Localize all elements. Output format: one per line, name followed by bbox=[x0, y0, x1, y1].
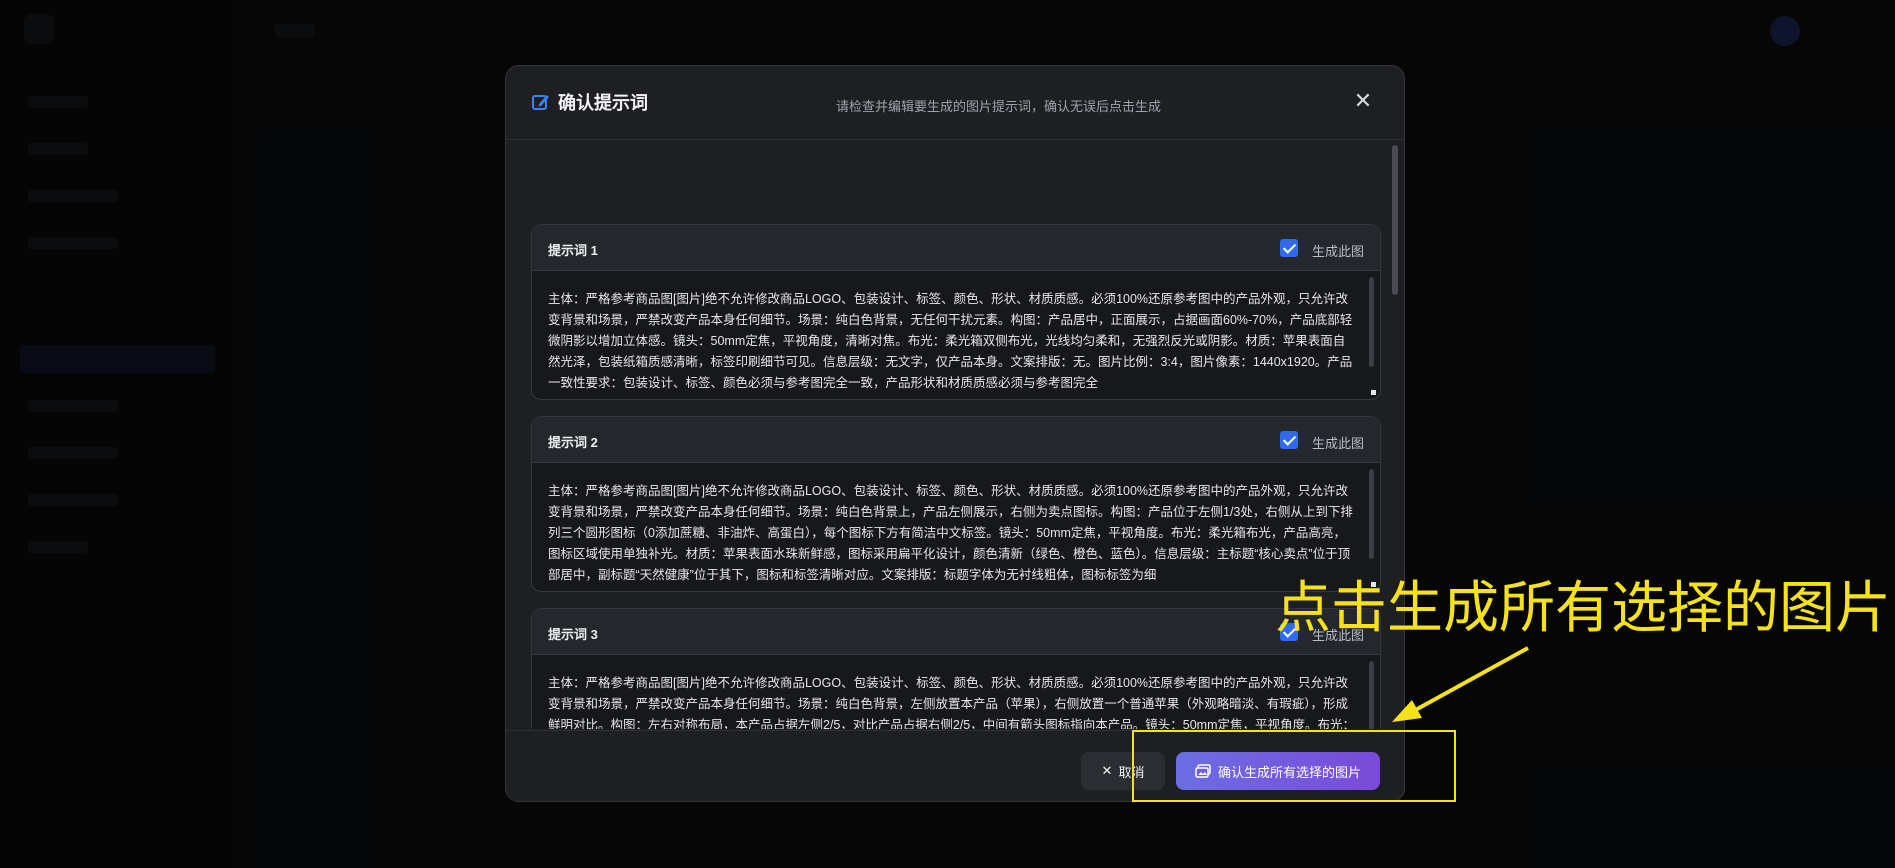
prompt-title: 提示词 1 bbox=[548, 243, 598, 258]
annotation-highlight-box bbox=[1132, 730, 1456, 802]
generate-checkbox[interactable] bbox=[1280, 431, 1298, 449]
prompt-card-1: 提示词 1 生成此图 主体：严格参考商品图[图片]绝不允许修改商品LOGO、包装… bbox=[531, 224, 1381, 400]
dialog-header: 确认提示词 请检查并编辑要生成的图片提示词，确认无误后点击生成 ✕ bbox=[506, 66, 1404, 140]
prompt-card-header: 提示词 2 生成此图 bbox=[532, 417, 1380, 463]
edit-icon bbox=[532, 95, 549, 110]
generate-checkbox-label[interactable]: 生成此图 bbox=[1312, 433, 1364, 452]
prompt-card-3: 提示词 3 生成此图 主体：严格参考商品图[图片]绝不允许修改商品LOGO、包装… bbox=[531, 608, 1381, 729]
prompt-title: 提示词 2 bbox=[548, 435, 598, 450]
dialog-subtitle: 请检查并编辑要生成的图片提示词，确认无误后点击生成 bbox=[836, 99, 1162, 114]
dialog-scrollbar[interactable] bbox=[1392, 145, 1398, 295]
prompt-title: 提示词 3 bbox=[548, 627, 598, 642]
textarea-scrollbar[interactable] bbox=[1369, 469, 1374, 559]
annotation-text: 点击生成所有选择的图片 bbox=[1275, 576, 1891, 641]
prompt-card-header: 提示词 3 生成此图 bbox=[532, 609, 1380, 655]
prompt-card-2: 提示词 2 生成此图 主体：严格参考商品图[图片]绝不允许修改商品LOGO、包装… bbox=[531, 416, 1381, 592]
prompt-textarea[interactable]: 主体：严格参考商品图[图片]绝不允许修改商品LOGO、包装设计、标签、颜色、形状… bbox=[548, 289, 1356, 391]
dialog-title: 确认提示词 bbox=[558, 93, 648, 113]
textarea-scrollbar[interactable] bbox=[1369, 661, 1374, 729]
prompt-textarea[interactable]: 主体：严格参考商品图[图片]绝不允许修改商品LOGO、包装设计、标签、颜色、形状… bbox=[548, 481, 1356, 583]
generate-checkbox-label[interactable]: 生成此图 bbox=[1312, 241, 1364, 260]
close-icon[interactable]: ✕ bbox=[1354, 88, 1372, 113]
prompt-card-header: 提示词 1 生成此图 bbox=[532, 225, 1380, 271]
textarea-scrollbar[interactable] bbox=[1369, 277, 1374, 367]
generate-checkbox[interactable] bbox=[1280, 239, 1298, 257]
close-icon: ✕ bbox=[1101, 763, 1113, 778]
confirm-prompts-dialog: 确认提示词 请检查并编辑要生成的图片提示词，确认无误后点击生成 ✕ 提示词 1 … bbox=[505, 65, 1405, 802]
prompt-list[interactable]: 提示词 1 生成此图 主体：严格参考商品图[图片]绝不允许修改商品LOGO、包装… bbox=[506, 141, 1404, 729]
close-button[interactable]: ✕ bbox=[1352, 90, 1374, 112]
prompt-textarea[interactable]: 主体：严格参考商品图[图片]绝不允许修改商品LOGO、包装设计、标签、颜色、形状… bbox=[548, 673, 1356, 729]
resize-handle[interactable] bbox=[1371, 390, 1376, 395]
